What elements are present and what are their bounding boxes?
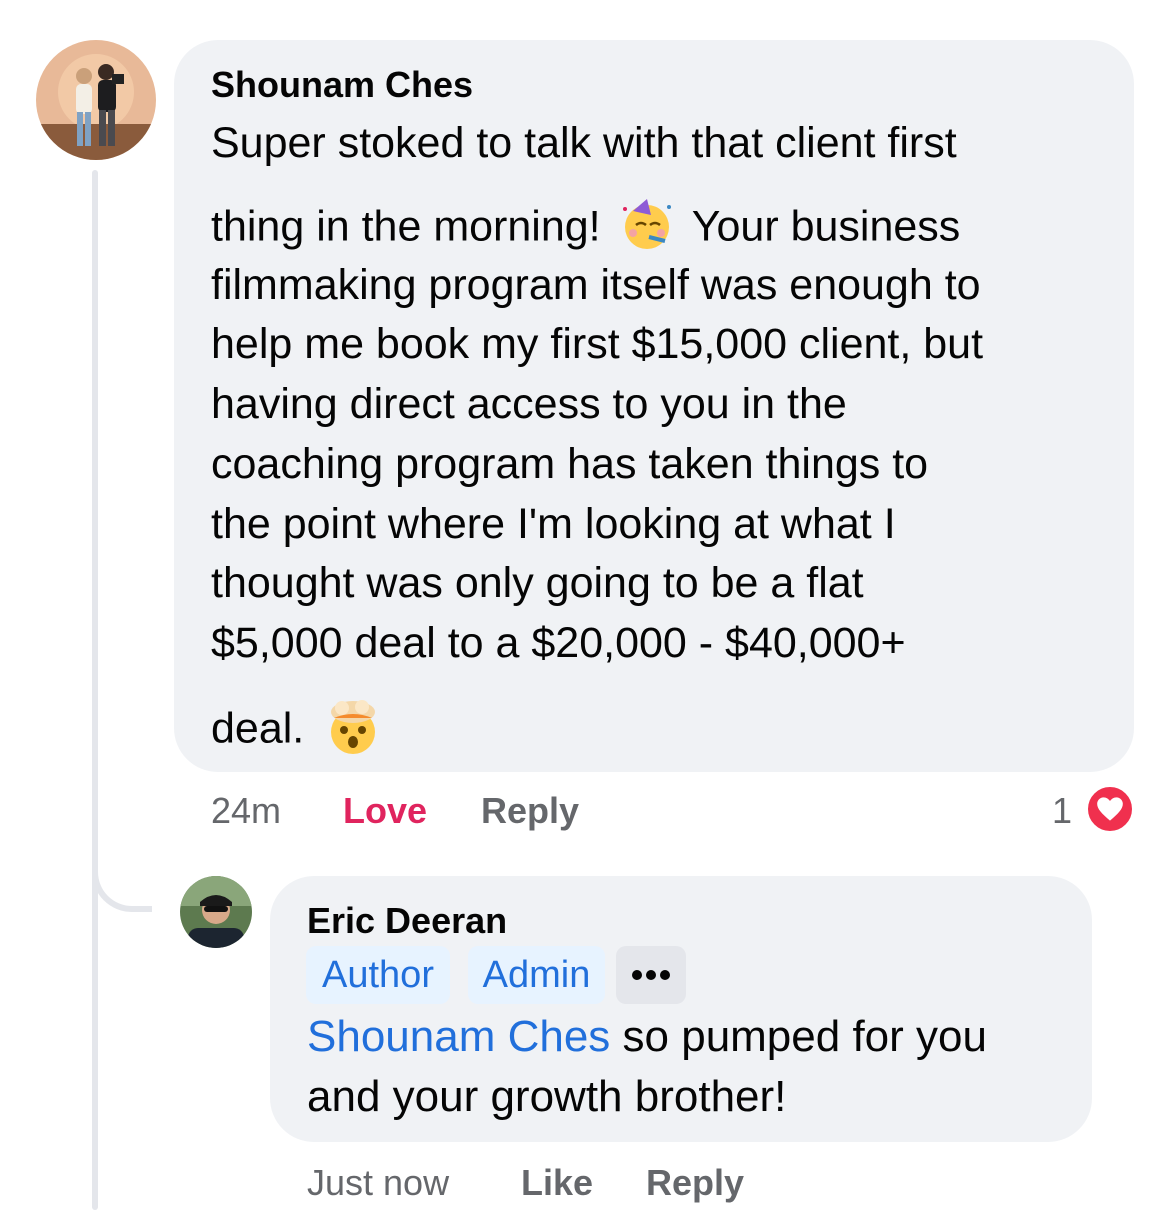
comment-text-line: thing in the morning! Your business (211, 197, 960, 261)
reply-text-segment: so pumped for you (610, 1012, 987, 1061)
author-badge[interactable]: Author (306, 946, 450, 1004)
comment-text-line: filmmaking program itself was enough to (211, 261, 981, 309)
exploding-head-emoji (324, 698, 382, 764)
comment-text-line: help me book my first $15,000 client, bu… (211, 320, 984, 368)
reply-text-line: Shounam Ches so pumped for you (307, 1015, 987, 1059)
reply-author-name[interactable]: Eric Deeran (307, 900, 507, 942)
comment-text-segment: deal. (211, 704, 305, 753)
reply-text-line: and your growth brother! (307, 1072, 787, 1121)
mention-link[interactable]: Shounam Ches (307, 1012, 610, 1061)
avatar-eric[interactable] (180, 876, 252, 948)
comment-text-line: the point where I'm looking at what I (211, 500, 896, 548)
comment-author-name[interactable]: Shounam Ches (211, 64, 473, 106)
more-options-icon[interactable] (616, 946, 686, 1004)
comment-text-line: coaching program has taken things to (211, 440, 929, 488)
comment-text-line: thought was only going to be a flat (211, 559, 864, 607)
comment-text-line: having direct access to you in the (211, 380, 847, 428)
reaction-count[interactable]: 1 (1052, 790, 1072, 832)
love-button[interactable]: Love (343, 790, 427, 832)
comment-text-line: deal. (211, 698, 382, 764)
avatar-shounam[interactable] (36, 40, 156, 160)
comment-text-segment: Your business (691, 202, 961, 251)
comment-text-segment: thing in the morning! (211, 202, 601, 251)
comment-text-line: Super stoked to talk with that client fi… (211, 119, 957, 167)
comment-text-line: $5,000 deal to a $20,000 - $40,000+ (211, 619, 906, 667)
reply-button[interactable]: Reply (481, 790, 579, 832)
like-button[interactable]: Like (521, 1162, 593, 1204)
admin-badge[interactable]: Admin (468, 946, 605, 1004)
thread-connector (92, 850, 152, 912)
partying-face-emoji (619, 197, 675, 261)
thread-line (92, 170, 98, 1210)
comment-timestamp: 24m (211, 790, 282, 831)
reply-timestamp: Just now (307, 1162, 450, 1203)
heart-icon[interactable] (1084, 783, 1136, 835)
reply-reply-button[interactable]: Reply (646, 1162, 744, 1204)
